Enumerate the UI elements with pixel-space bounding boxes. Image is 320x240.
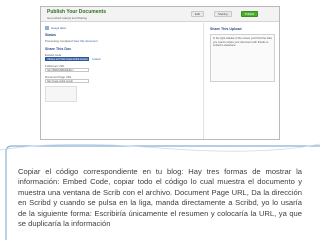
- user-name[interactable]: anaya alice: [51, 26, 66, 30]
- share-upload-info: In the right sidebar of the screen you'l…: [210, 34, 275, 82]
- embed-code-field[interactable]: <iframe src="http://www.scribd.com/embed…: [45, 57, 89, 61]
- status-value: Processing completed: [45, 39, 73, 43]
- user-row: anaya alice: [45, 26, 66, 31]
- embed-custom-link[interactable]: Custom: [92, 58, 101, 61]
- publish-button[interactable]: Publish: [241, 11, 259, 17]
- right-column: Share This Upload In the right sidebar o…: [207, 23, 279, 139]
- status-heading: Status: [45, 33, 56, 37]
- page-subtitle: Get embed code(s) and Sharing: [47, 16, 87, 20]
- avatar: [45, 26, 49, 31]
- status-text: Processing completed View this document: [45, 39, 98, 43]
- fullscreen-url-field[interactable]: http://ff08cb4f8b0d6d9c.f.: [45, 68, 89, 72]
- document-page-url-field[interactable]: http://www.scribd.com/d/: [45, 79, 89, 83]
- page-title: Publish Your Documents: [47, 9, 106, 15]
- sharing-button[interactable]: Sharing: [214, 11, 232, 17]
- share-upload-heading: Share This Upload: [210, 27, 242, 31]
- scribd-screenshot: Publish Your Documents Get embed code(s)…: [40, 6, 280, 140]
- left-column: anaya alice Status Processing completed …: [41, 23, 204, 139]
- share-section-heading: Share This Doc: [45, 47, 72, 51]
- top-bar: Publish Your Documents Get embed code(s)…: [41, 7, 279, 22]
- edit-button[interactable]: Edit: [191, 11, 204, 17]
- share-buttons-area: [45, 86, 77, 102]
- slide-caption: Copiar el código correspondiente en tu b…: [18, 167, 302, 229]
- view-document-link[interactable]: View this document: [73, 39, 97, 43]
